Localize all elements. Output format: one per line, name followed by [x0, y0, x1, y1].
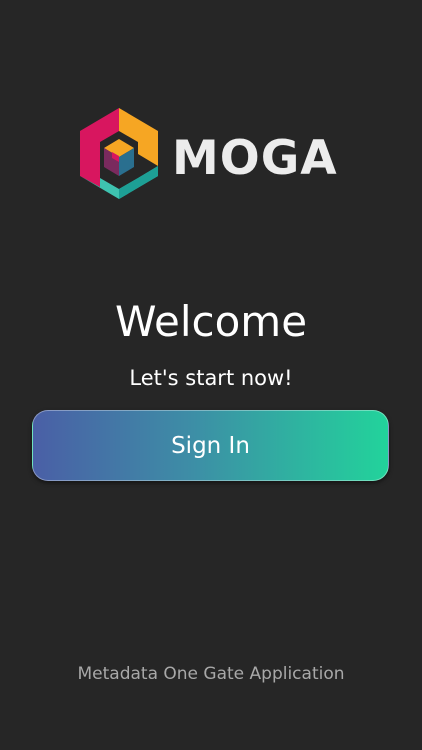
welcome-title: Welcome: [114, 297, 308, 346]
app-logo: MOGA: [74, 106, 354, 210]
footer-app-name: Metadata One Gate Application: [77, 664, 345, 684]
sign-in-button[interactable]: Sign In: [32, 410, 389, 481]
logo-wordmark: MOGA: [172, 130, 338, 186]
hexagon-cube-logo-icon: [74, 106, 164, 210]
welcome-screen: MOGA Welcome Let's start now! Sign In Me…: [0, 0, 422, 750]
welcome-subtitle: Let's start now!: [129, 366, 293, 390]
